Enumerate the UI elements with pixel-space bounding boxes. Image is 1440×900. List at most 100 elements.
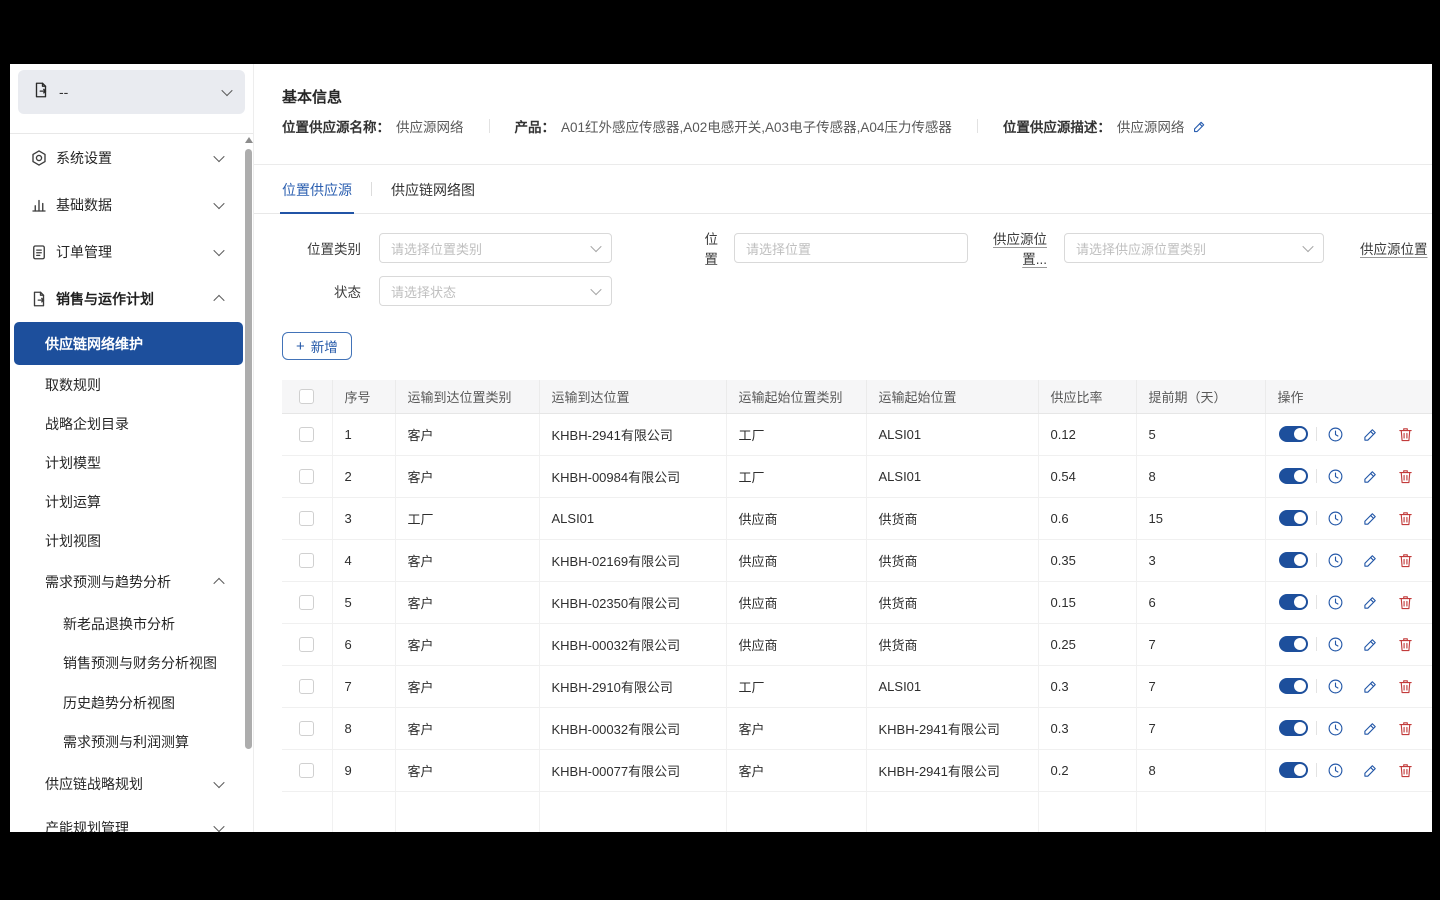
sidebar-item-planning-view[interactable]: 计划视图: [10, 521, 253, 560]
cell-to-location: KHBH-02169有限公司: [539, 539, 726, 581]
cell-seq: 7: [332, 665, 395, 707]
edit-icon[interactable]: [1362, 426, 1379, 443]
edit-icon[interactable]: [1362, 678, 1379, 695]
cell-ratio: 0.35: [1038, 539, 1136, 581]
delete-icon[interactable]: [1397, 552, 1414, 569]
edit-icon[interactable]: [1192, 119, 1207, 134]
location-type-select[interactable]: 请选择位置类别: [379, 233, 612, 263]
chevron-down-icon: [590, 284, 601, 295]
sidebar-item-history-trend-analysis-view[interactable]: 历史趋势分析视图: [10, 683, 253, 723]
clock-icon[interactable]: [1327, 510, 1344, 527]
sidebar-item-demand-forecast-profit-estimation[interactable]: 需求预测与利润测算: [10, 723, 253, 763]
cell-to-location: KHBH-00032有限公司: [539, 707, 726, 749]
sidebar-item-data-fetch-rules[interactable]: 取数规则: [10, 365, 253, 404]
sidebar-item-base-data[interactable]: 基础数据: [10, 181, 253, 228]
workspace-select[interactable]: --: [18, 70, 245, 114]
sidebar-item-planning-model[interactable]: 计划模型: [10, 443, 253, 482]
clock-icon[interactable]: [1327, 552, 1344, 569]
edit-icon[interactable]: [1362, 552, 1379, 569]
cell-operations: [1265, 623, 1432, 665]
status-toggle[interactable]: [1279, 678, 1308, 694]
cell-seq: 1: [332, 413, 395, 455]
sidebar-item-supply-chain-network-maintenance[interactable]: 供应链网络维护: [14, 322, 243, 365]
edit-icon[interactable]: [1362, 510, 1379, 527]
clock-icon[interactable]: [1327, 594, 1344, 611]
row-checkbox[interactable]: [299, 763, 314, 778]
sidebar-item-planning-calculation[interactable]: 计划运算: [10, 482, 253, 521]
clock-icon[interactable]: [1327, 762, 1344, 779]
sidebar-item-order-management[interactable]: 订单管理: [10, 228, 253, 275]
tab-supply-chain-network-graph[interactable]: 供应链网络图: [391, 180, 475, 213]
scrollbar-up-arrow-icon[interactable]: [245, 137, 253, 143]
tab-location-supply-source[interactable]: 位置供应源: [282, 180, 352, 213]
cell-lead-time: 6: [1136, 581, 1265, 623]
row-checkbox[interactable]: [299, 553, 314, 568]
status-toggle[interactable]: [1279, 552, 1308, 568]
clock-icon[interactable]: [1327, 678, 1344, 695]
status-select[interactable]: 请选择状态: [379, 276, 612, 306]
cell-lead-time: 5: [1136, 413, 1265, 455]
edit-icon[interactable]: [1362, 468, 1379, 485]
scrollbar-thumb[interactable]: [245, 149, 252, 749]
ops-divider: [1316, 553, 1317, 567]
select-all-checkbox[interactable]: [299, 389, 314, 404]
cell-operations: [1265, 455, 1432, 497]
clock-icon[interactable]: [1327, 636, 1344, 653]
row-checkbox[interactable]: [299, 469, 314, 484]
clock-icon[interactable]: [1327, 468, 1344, 485]
source-location-type-select[interactable]: 请选择供应源位置类别: [1064, 233, 1324, 263]
delete-icon[interactable]: [1397, 468, 1414, 485]
cell-ratio: 0.15: [1038, 581, 1136, 623]
sidebar-item-supply-chain-strategic-planning[interactable]: 供应链战略规划: [10, 762, 253, 806]
sidebar-item-demand-forecast-trend-analysis[interactable]: 需求预测与趋势分析: [10, 560, 253, 604]
delete-icon[interactable]: [1397, 594, 1414, 611]
edit-icon[interactable]: [1362, 720, 1379, 737]
clock-icon[interactable]: [1327, 720, 1344, 737]
status-toggle[interactable]: [1279, 636, 1308, 652]
sidebar-item-label: 计划运算: [45, 492, 101, 512]
document-arrow-icon: [32, 81, 50, 104]
column-header: 序号: [332, 380, 395, 413]
clock-icon[interactable]: [1327, 426, 1344, 443]
table-row: 6 客户 KHBH-00032有限公司 供应商 供货商 0.25 7: [282, 623, 1432, 665]
sidebar-item-strategic-planning-catalog[interactable]: 战略企划目录: [10, 404, 253, 443]
sidebar-scrollbar[interactable]: [244, 133, 253, 832]
sidebar-item-sales-operations-planning[interactable]: 销售与运作计划: [10, 275, 253, 322]
sidebar-item-label: 计划模型: [45, 453, 101, 473]
delete-icon[interactable]: [1397, 678, 1414, 695]
status-toggle[interactable]: [1279, 720, 1308, 736]
row-checkbox[interactable]: [299, 637, 314, 652]
status-toggle[interactable]: [1279, 594, 1308, 610]
edit-icon[interactable]: [1362, 636, 1379, 653]
status-toggle[interactable]: [1279, 510, 1308, 526]
status-toggle[interactable]: [1279, 468, 1308, 484]
edit-icon[interactable]: [1362, 762, 1379, 779]
sidebar-item-label: 需求预测与利润测算: [63, 732, 189, 752]
sidebar-item-sales-forecast-finance-view[interactable]: 销售预测与财务分析视图: [10, 644, 253, 684]
cell-from-type: 供应商: [726, 623, 866, 665]
filter-row-1: 位置类别 请选择位置类别 位置 请选择位置 供应源位置... 请选择供应源位置类…: [282, 233, 1432, 263]
cell-from-location: 供货商: [866, 539, 1038, 581]
sidebar-item-system-settings[interactable]: 系统设置: [10, 134, 253, 181]
sidebar-item-capacity-planning-management[interactable]: 产能规划管理: [10, 806, 253, 832]
delete-icon[interactable]: [1397, 510, 1414, 527]
add-button[interactable]: + 新增: [282, 332, 352, 360]
row-checkbox[interactable]: [299, 721, 314, 736]
sidebar-item-new-old-product-exit-analysis[interactable]: 新老品退换市分析: [10, 604, 253, 644]
delete-icon[interactable]: [1397, 720, 1414, 737]
cell-operations: [1265, 539, 1432, 581]
location-input[interactable]: 请选择位置: [734, 233, 968, 263]
edit-icon[interactable]: [1362, 594, 1379, 611]
status-toggle[interactable]: [1279, 762, 1308, 778]
delete-icon[interactable]: [1397, 636, 1414, 653]
row-checkbox[interactable]: [299, 511, 314, 526]
row-checkbox[interactable]: [299, 427, 314, 442]
row-checkbox[interactable]: [299, 679, 314, 694]
cell-lead-time: 15: [1136, 497, 1265, 539]
delete-icon[interactable]: [1397, 762, 1414, 779]
row-checkbox[interactable]: [299, 595, 314, 610]
sidebar-item-label: 产能规划管理: [45, 818, 129, 832]
delete-icon[interactable]: [1397, 426, 1414, 443]
status-toggle[interactable]: [1279, 426, 1308, 442]
cell-from-type: 客户: [726, 749, 866, 791]
